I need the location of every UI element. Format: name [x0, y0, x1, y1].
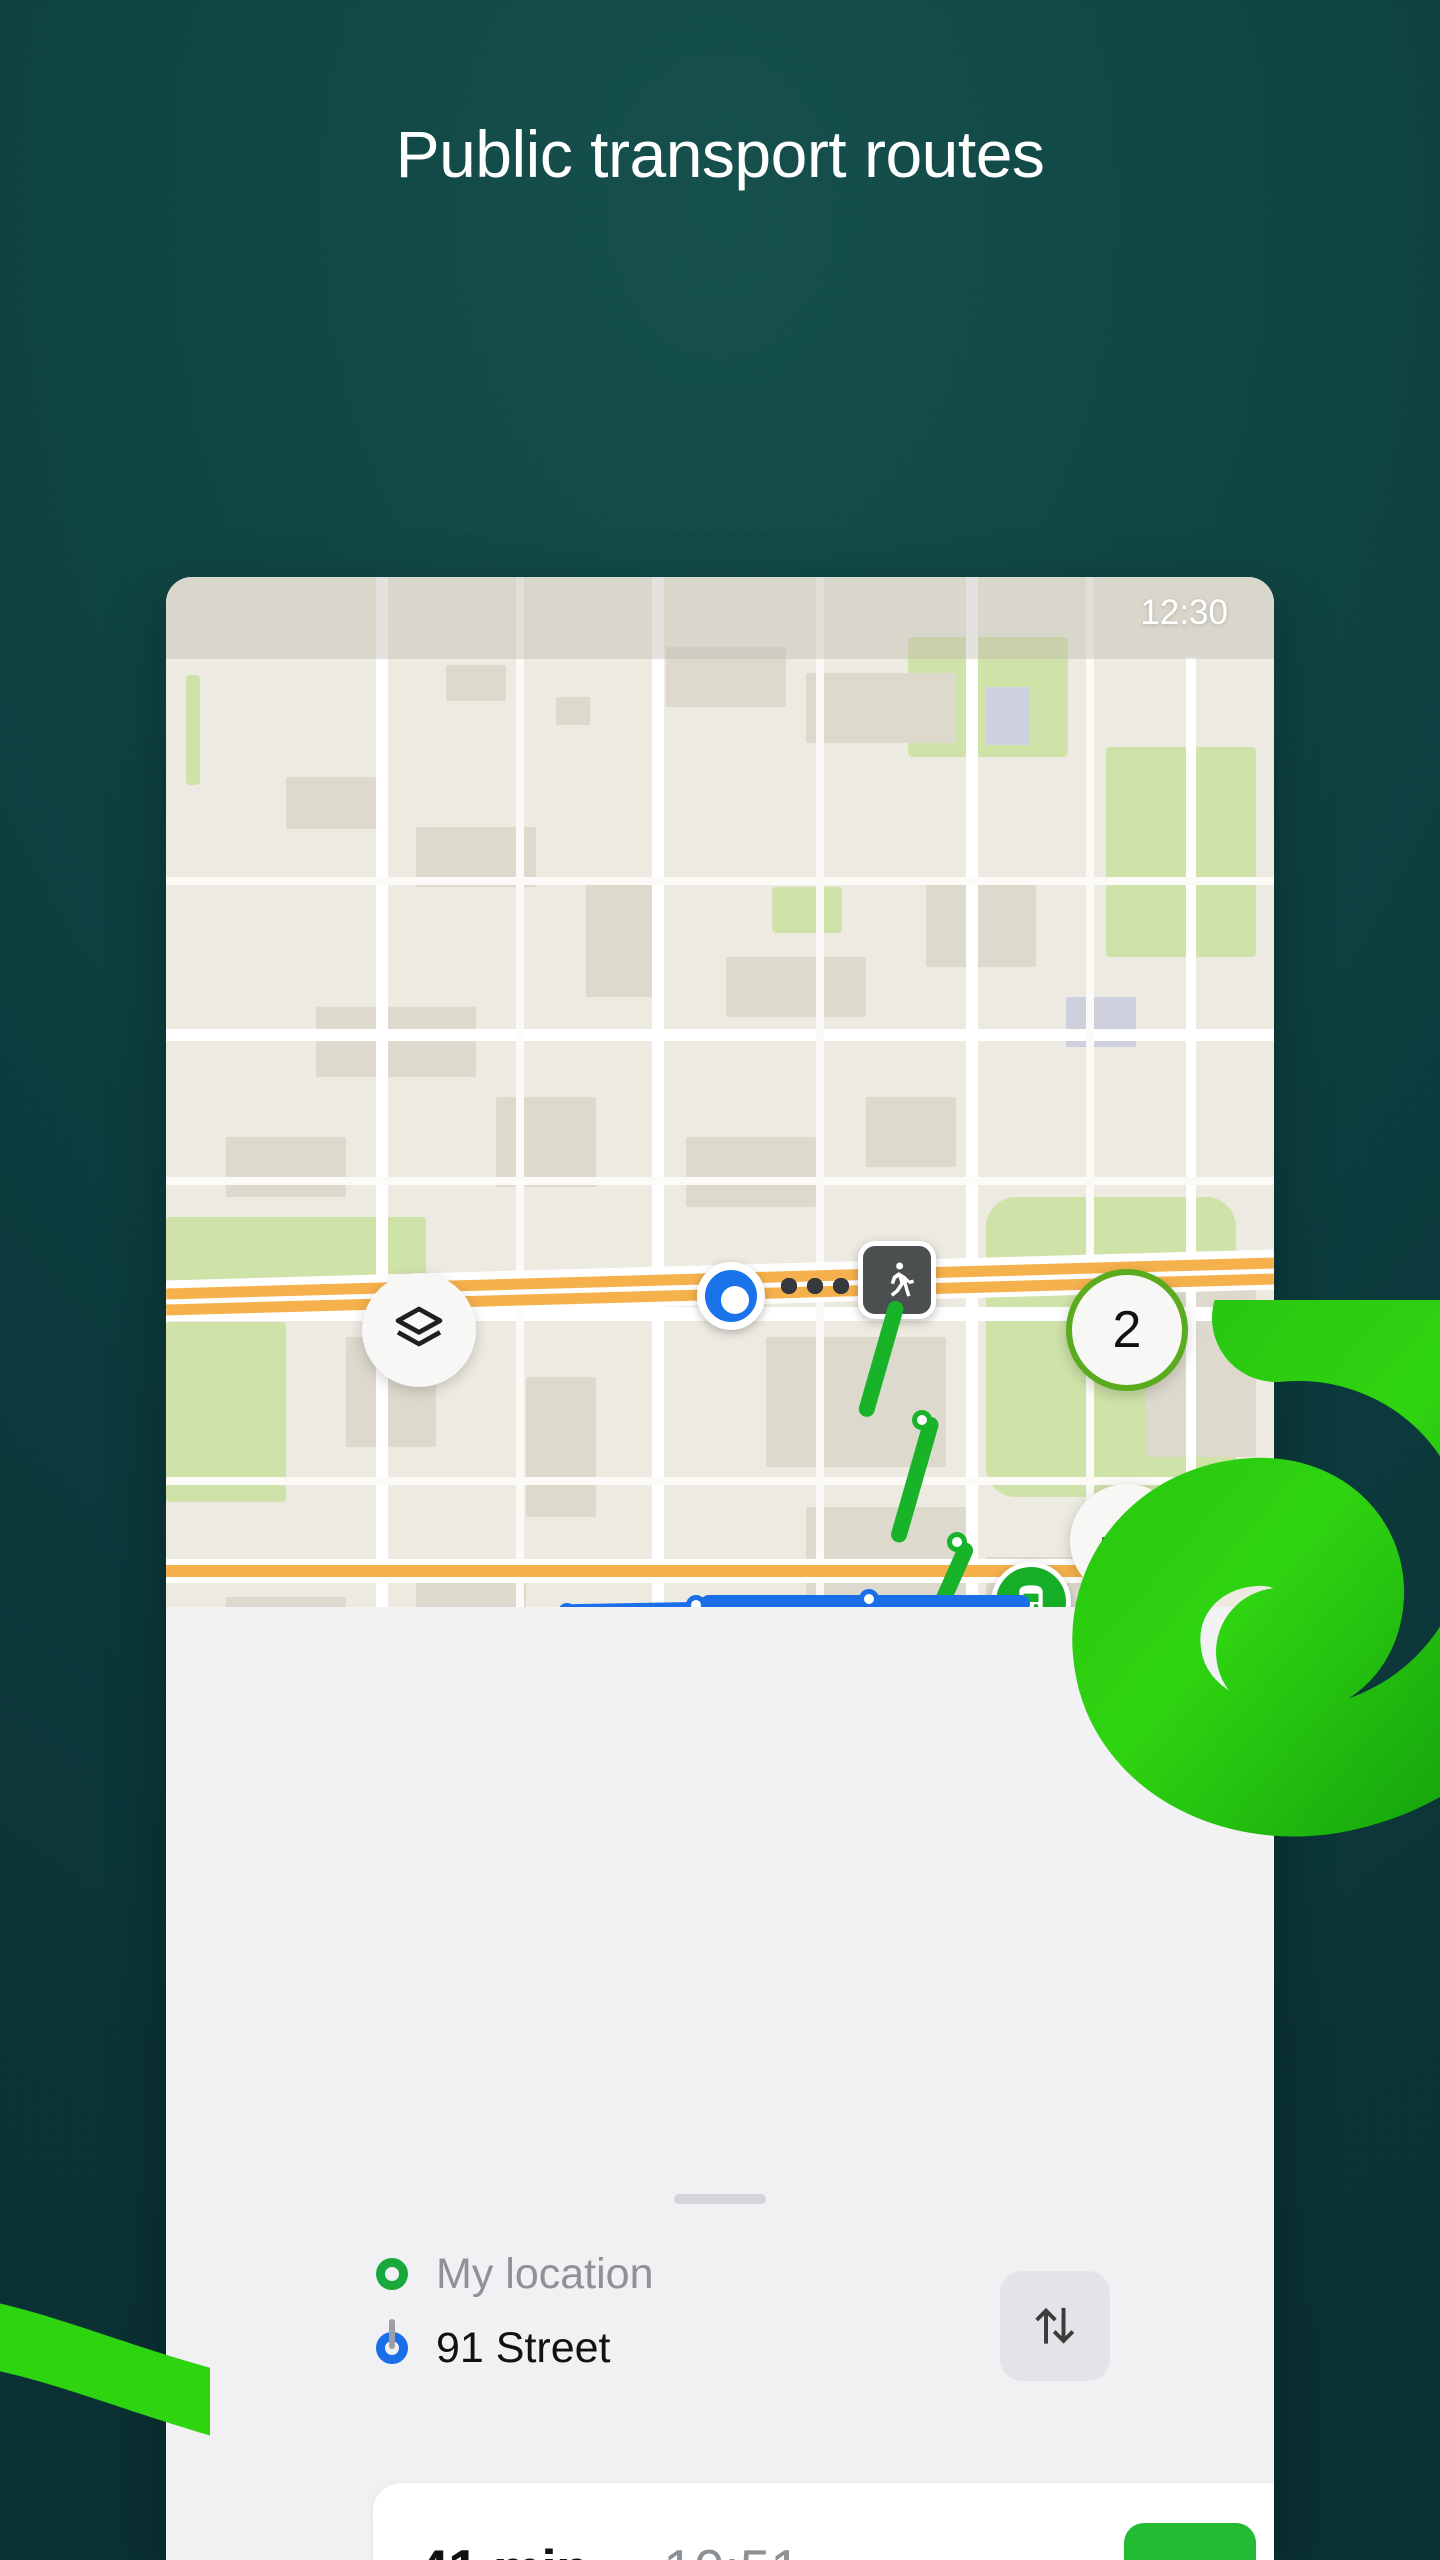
sheet-drag-handle[interactable] — [674, 2194, 766, 2204]
route-card[interactable]: 41 min → 10:51 1 transfer Go 12 — [373, 2483, 1274, 2560]
swap-vertical-icon — [1035, 2307, 1075, 2344]
map-canvas[interactable]: 12:30 2 — [166, 577, 1274, 1607]
zoom-in-button[interactable] — [1070, 1484, 1184, 1598]
route-arrival-time: 10:51 — [663, 2537, 801, 2560]
destination-row[interactable]: 91 Street — [376, 2311, 653, 2385]
route-cards: 41 min → 10:51 1 transfer Go 12 — [166, 2483, 1274, 2560]
swap-endpoints-button[interactable] — [1000, 2271, 1110, 2381]
map-layers-button[interactable] — [362, 1273, 476, 1387]
origin-dot-icon — [376, 2258, 408, 2290]
route-count-button[interactable]: 2 — [1066, 1269, 1188, 1391]
map-tiles — [166, 577, 1274, 1607]
origin-label: My location — [436, 2249, 654, 2298]
go-button[interactable]: Go — [1124, 2523, 1256, 2560]
route-sheet: My location 91 Street 41 min → 10:51 — [166, 2177, 1274, 2560]
status-clock: 12:30 — [1140, 593, 1228, 632]
route-waypoint — [859, 1589, 879, 1607]
route-waypoint — [947, 1532, 967, 1552]
page-title: Public transport routes — [395, 117, 1045, 191]
phone-mockup: 12:30 2 My location 91 Street — [166, 577, 1274, 2560]
arrow-icon: → — [603, 2545, 649, 2560]
endpoint-connector — [389, 2319, 395, 2349]
origin-row[interactable]: My location — [376, 2237, 653, 2311]
route-start-marker[interactable] — [697, 1262, 765, 1330]
layers-icon — [395, 1306, 443, 1347]
map-status-band — [166, 577, 1274, 659]
route-waypoint — [912, 1410, 932, 1430]
destination-label: 91 Street — [436, 2323, 611, 2372]
endpoints: My location 91 Street — [376, 2237, 653, 2385]
route-summary: 41 min → 10:51 — [418, 2537, 801, 2560]
route-duration: 41 min — [418, 2537, 590, 2560]
